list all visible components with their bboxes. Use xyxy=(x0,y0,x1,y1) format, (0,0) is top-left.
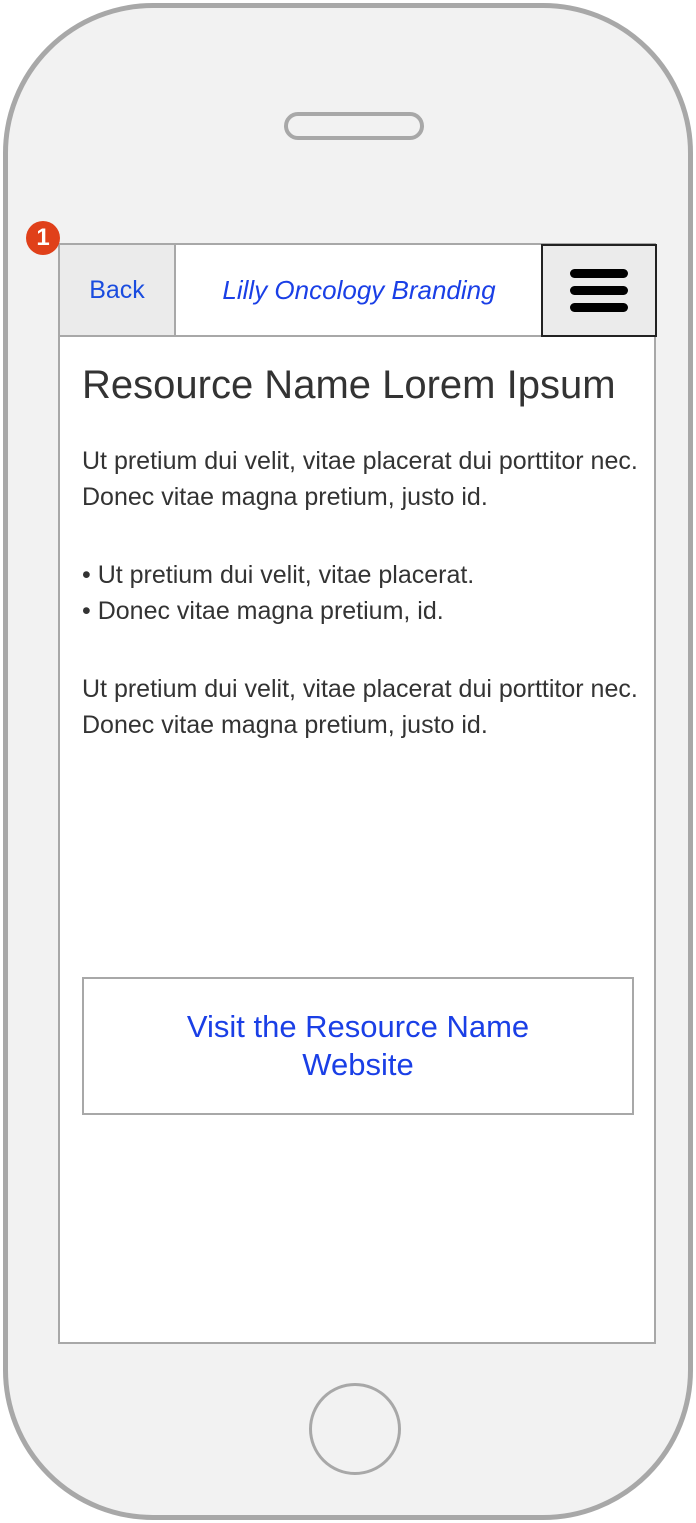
page-title: Resource Name Lorem Ipsum xyxy=(82,363,616,407)
brand-title: Lilly Oncology Branding xyxy=(222,274,496,305)
bullet-list: Ut pretium dui velit, vitae placerat. Do… xyxy=(82,557,638,629)
bullet-item: Ut pretium dui velit, vitae placerat. xyxy=(82,557,638,593)
top-navigation-bar: Back Lilly Oncology Branding xyxy=(60,244,657,337)
intro-paragraph: Ut pretium dui velit, vitae placerat dui… xyxy=(82,447,638,511)
hamburger-menu-icon[interactable] xyxy=(541,244,657,337)
menu-bar-middle xyxy=(570,286,628,295)
closing-paragraph: Ut pretium dui velit, vitae placerat dui… xyxy=(82,675,638,739)
back-button[interactable]: Back xyxy=(60,245,176,335)
home-button[interactable] xyxy=(309,1383,401,1475)
resource-content: Resource Name Lorem Ipsum Ut pretium dui… xyxy=(82,357,638,743)
phone-screen: Back Lilly Oncology Branding Resource Na… xyxy=(58,243,657,1344)
phone-frame: Back Lilly Oncology Branding Resource Na… xyxy=(3,3,693,1520)
visit-website-button[interactable]: Visit the Resource Name Website xyxy=(82,977,634,1115)
phone-speaker xyxy=(284,112,424,140)
menu-bar-bottom xyxy=(570,303,628,312)
menu-bar-top xyxy=(570,269,628,278)
bullet-item: Donec vitae magna pretium, id. xyxy=(82,593,638,629)
annotation-badge: 1 xyxy=(26,221,60,255)
